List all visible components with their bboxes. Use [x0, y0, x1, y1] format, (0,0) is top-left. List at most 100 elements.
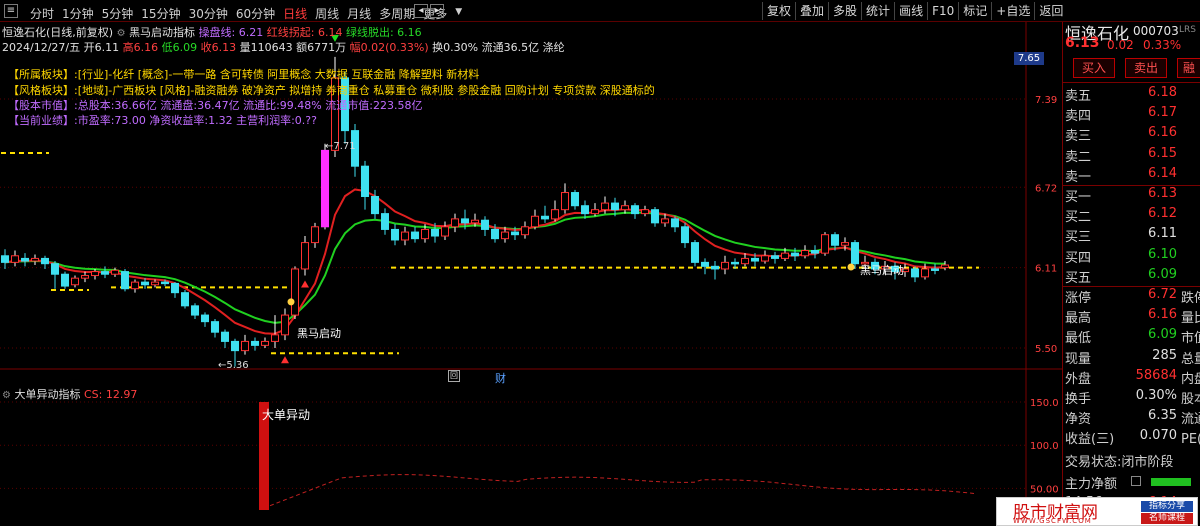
event-cai-icon[interactable]: 财	[495, 370, 506, 386]
bid-row-5[interactable]: 买五 6.09	[1065, 267, 1200, 287]
quote-panel: 恒逸石化 000703 LRS 6.13 0.02 0.33% 买入 卖出 融 …	[1062, 22, 1200, 526]
bar-float-cap: 流通36.5亿	[481, 41, 540, 54]
stat-row-1[interactable]: 最高 6.16量比	[1065, 307, 1200, 327]
buy-button[interactable]: 买入	[1073, 58, 1115, 78]
ind-caopan: 操盘线: 6.21	[198, 26, 264, 39]
stats-button[interactable]: 统计	[861, 2, 894, 20]
candle-body	[731, 261, 739, 265]
ask-row-5-label: 卖五	[1065, 89, 1092, 104]
overlay-button[interactable]: 叠加	[795, 2, 828, 20]
buy-arrow-icon	[281, 356, 289, 364]
candle-body	[261, 340, 269, 346]
industry-tag: 涤纶	[542, 41, 565, 54]
stat-row-2-label: 最低	[1065, 331, 1092, 347]
stat-row-5-value: 0.30%	[1135, 388, 1177, 403]
bid-row-1[interactable]: 买一 6.13	[1065, 186, 1200, 206]
candle-body	[251, 340, 259, 346]
candle-body	[811, 250, 819, 254]
signal-label-1: 黑马启动	[297, 327, 341, 340]
stat-row-4[interactable]: 外盘 58684内盘	[1065, 368, 1200, 388]
candle-body	[461, 218, 469, 224]
nav-right-icon[interactable]: ▸	[430, 4, 444, 18]
stat-row-1-extra: 量比	[1181, 311, 1200, 327]
low-label: ←5.36	[218, 360, 249, 371]
candle-body	[381, 213, 389, 230]
candle-body	[741, 257, 749, 265]
bid-row-2-value: 6.12	[1148, 206, 1177, 222]
stat-row-6-label: 净资	[1065, 412, 1092, 428]
candle-body	[661, 218, 669, 224]
sell-button[interactable]: 卖出	[1125, 58, 1167, 78]
style-line: 【风格板块】:[地域]-广西板块 [风格]-融资融券 破净资产 拟增持 券商重仓…	[8, 82, 655, 98]
bid-row-4[interactable]: 买四 6.10	[1065, 247, 1200, 267]
candle-body	[651, 209, 659, 224]
bar-turnover: 换0.30%	[432, 41, 479, 54]
stat-row-7[interactable]: 收益(三) 0.070PE(动	[1065, 428, 1200, 448]
bid-row-5-value: 6.09	[1148, 266, 1177, 282]
candle-body	[841, 242, 849, 246]
candle-body	[591, 209, 599, 215]
stat-row-6[interactable]: 净资 6.35流通	[1065, 408, 1200, 428]
net-flow-checkbox[interactable]	[1131, 475, 1141, 486]
ask-row-1[interactable]: 卖一 6.14	[1065, 166, 1200, 186]
y-tick-label: 5.50	[1035, 344, 1057, 355]
menu-icon[interactable]: ≡	[4, 4, 18, 18]
nav-left-icon[interactable]: ◂	[414, 4, 428, 18]
stat-row-5-extra: 股本	[1181, 392, 1200, 407]
candle-body	[201, 314, 209, 323]
ask-row-4[interactable]: 卖四 6.17	[1065, 105, 1200, 125]
perf-text: 市盈率:73.00 净资收益率:1.32 主营利润率:0.??	[77, 114, 317, 127]
candle-body	[721, 261, 729, 270]
kline-chart-area[interactable]: 7.39 6.72 6.11 5.50 150.0 100.0 50.00 恒逸石化(日线,…	[0, 22, 1062, 526]
price-tag: 7.65	[1014, 52, 1044, 65]
ask-row-4-value: 6.17	[1148, 105, 1177, 121]
net-flow-label: 主力净额	[1065, 476, 1118, 492]
bid-row-4-label: 买四	[1065, 250, 1092, 266]
indicator-name: 黑马启动指标	[129, 26, 196, 39]
stat-row-2[interactable]: 最低 6.09市值	[1065, 327, 1200, 347]
draw-line-button[interactable]: 画线	[894, 2, 927, 20]
bid-row-2[interactable]: 买二 6.12	[1065, 206, 1200, 226]
candle-body	[641, 209, 649, 215]
stat-row-0-extra: 跌停	[1181, 291, 1200, 306]
fuquan-button[interactable]: 复权	[762, 2, 795, 20]
high-label: ←7.71	[325, 141, 356, 152]
f10-button[interactable]: F10	[927, 2, 958, 20]
stat-row-5[interactable]: 换手 0.30% 股本	[1065, 388, 1200, 408]
margin-button[interactable]: 融	[1177, 58, 1200, 78]
candle-body	[51, 263, 59, 275]
stat-row-2-extra: 市值	[1181, 331, 1200, 347]
settings-icon[interactable]: ⚙	[2, 390, 11, 401]
candle-body	[211, 321, 219, 333]
ask-row-4-label: 卖四	[1065, 109, 1092, 125]
y-tick-label: 6.72	[1035, 183, 1057, 194]
net-flow-row[interactable]: 主力净额	[1065, 473, 1200, 493]
bar-date: 2024/12/27/五	[2, 41, 81, 54]
stat-row-7-extra: PE(动	[1181, 432, 1200, 448]
last-price: 6.13	[1065, 35, 1100, 51]
candle-body	[431, 228, 439, 237]
sector-label: 【所属板块】:	[8, 68, 78, 81]
ask-row-5[interactable]: 卖五 6.18	[1065, 85, 1200, 105]
mark-button[interactable]: 标记	[958, 2, 991, 20]
bid-row-3[interactable]: 买三 6.11	[1065, 226, 1200, 246]
sub-indicator-curve	[269, 474, 975, 507]
candle-body	[701, 261, 709, 267]
add-watchlist-button[interactable]: +自选	[991, 2, 1034, 20]
stat-row-0[interactable]: 涨停 6.72 跌停	[1065, 287, 1200, 307]
candle-body	[141, 281, 149, 286]
back-button[interactable]: 返回	[1034, 2, 1067, 20]
candle-body	[81, 275, 89, 279]
candle-body	[601, 202, 609, 211]
sub-y-tick-label: 50.00	[1030, 484, 1059, 495]
multi-stock-button[interactable]: 多股	[828, 2, 861, 20]
stat-row-3[interactable]: 现量 285总量	[1065, 348, 1200, 368]
ask-row-1-label: 卖一	[1065, 169, 1092, 185]
ask-row-3-value: 6.16	[1148, 125, 1177, 141]
ask-row-2[interactable]: 卖二 6.15	[1065, 146, 1200, 166]
ask-row-3[interactable]: 卖三 6.16	[1065, 125, 1200, 145]
settings-icon[interactable]: ⚙	[117, 28, 126, 39]
candle-body	[391, 228, 399, 241]
event-box-icon[interactable]: 回	[448, 370, 460, 382]
ind-green-line: 绿线脱出: 6.16	[345, 26, 422, 39]
